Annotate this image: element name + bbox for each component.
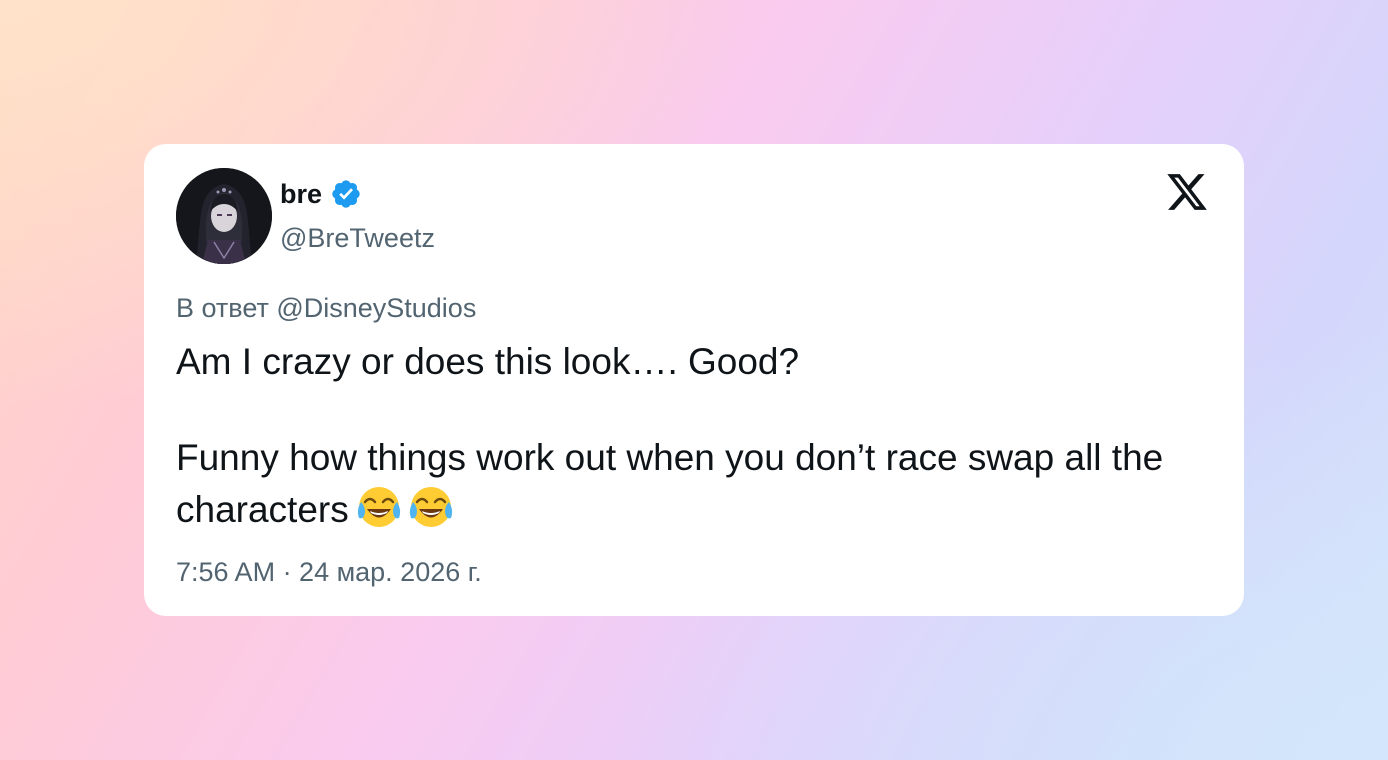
reply-to-label[interactable]: В ответ @DisneyStudios [176, 290, 476, 326]
display-name-row[interactable]: bre [280, 176, 362, 212]
tweet-text-line-2-text: Funny how things work out when you don’t… [176, 437, 1164, 530]
display-name[interactable]: bre [280, 176, 322, 212]
face-with-tears-of-joy-icon [355, 482, 403, 530]
face-with-tears-of-joy-icon [407, 482, 455, 530]
tweet-card: bre @BreTweetz В ответ @DisneyStudios Am… [144, 144, 1244, 616]
tweet-text: Am I crazy or does this look…. Good? Fun… [176, 338, 1216, 534]
x-logo-icon[interactable] [1164, 170, 1210, 214]
tweet-text-line-2: Funny how things work out when you don’t… [176, 434, 1216, 534]
avatar-image [176, 168, 272, 264]
avatar[interactable] [176, 168, 272, 264]
emoji-group [355, 482, 455, 530]
tweet-text-line-1: Am I crazy or does this look…. Good? [176, 341, 800, 382]
user-handle[interactable]: @BreTweetz [280, 220, 435, 256]
verified-badge-icon [330, 178, 362, 210]
tweet-timestamp[interactable]: 7:56 AM · 24 мар. 2026 г. [176, 554, 482, 590]
